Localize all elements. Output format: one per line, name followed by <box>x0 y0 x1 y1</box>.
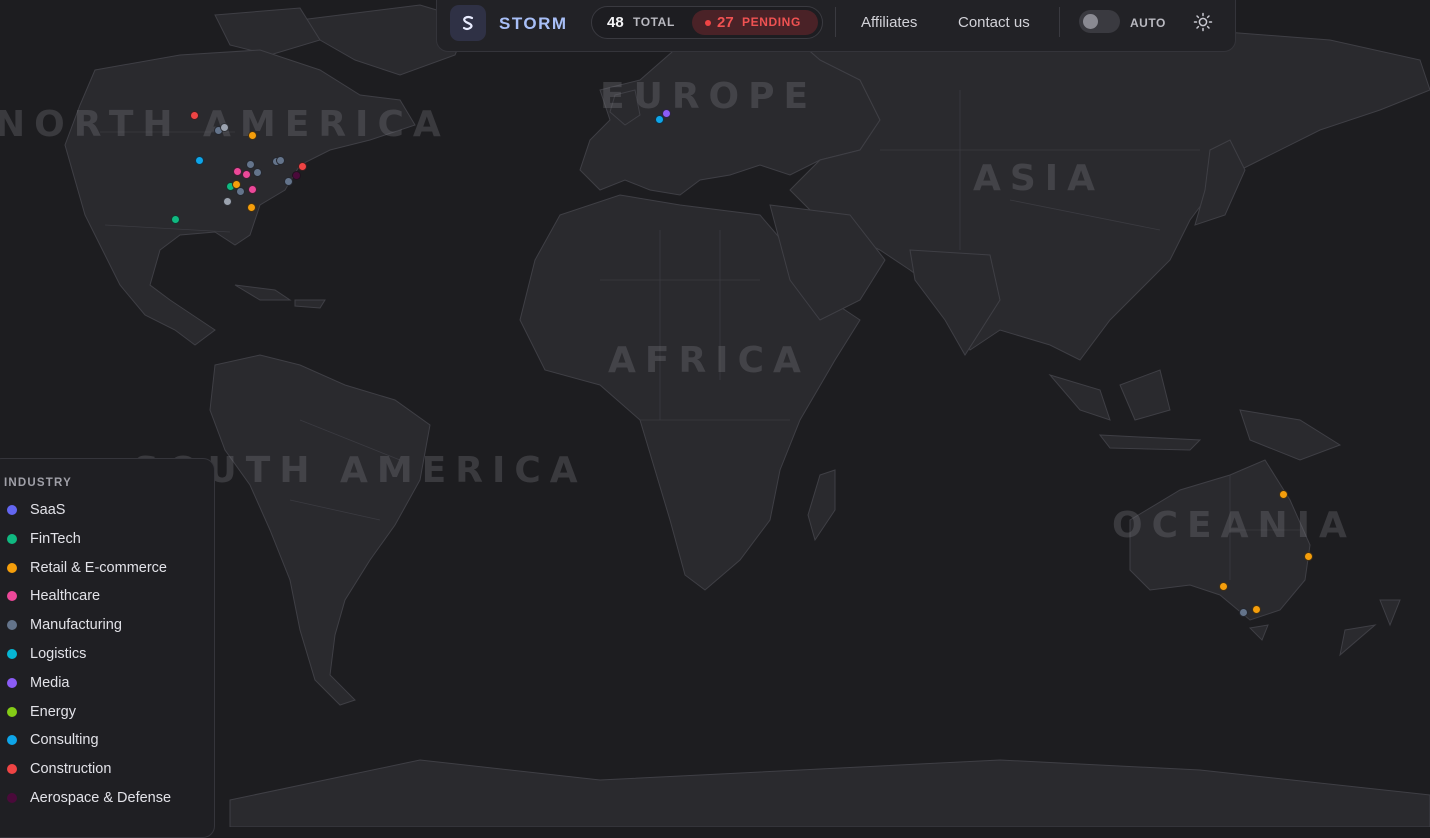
top-bar: STORM 48 TOTAL 27 PENDING Affiliates Con… <box>436 0 1236 52</box>
legend-item[interactable]: Logistics <box>7 644 86 664</box>
legend-label: Energy <box>30 703 76 720</box>
legend-label: Retail & E-commerce <box>30 559 167 576</box>
map-marker[interactable] <box>248 131 257 140</box>
legend-item[interactable]: Aerospace & Defense <box>7 788 171 808</box>
map-marker[interactable] <box>248 185 257 194</box>
legend-color-dot <box>7 620 17 631</box>
map-marker[interactable] <box>195 156 204 165</box>
legend-title: INDUSTRY <box>4 477 72 489</box>
legend-label: Healthcare <box>30 588 101 605</box>
map-marker[interactable] <box>171 215 180 224</box>
sun-icon[interactable] <box>1193 12 1213 32</box>
pending-label: PENDING <box>742 15 801 29</box>
map-marker[interactable] <box>233 167 242 176</box>
header-divider <box>835 7 836 37</box>
legend-item[interactable]: Retail & E-commerce <box>7 558 167 578</box>
legend-color-dot <box>7 505 17 515</box>
legend-color-dot <box>7 562 17 573</box>
legend-item[interactable]: Media <box>7 673 70 693</box>
legend-item[interactable]: FinTech <box>7 529 81 549</box>
map-marker[interactable] <box>1279 490 1288 499</box>
map-marker[interactable] <box>298 162 307 171</box>
legend-label: Manufacturing <box>30 617 122 634</box>
header-divider <box>1059 7 1060 37</box>
legend-color-dot <box>7 677 17 688</box>
map-marker[interactable] <box>1219 582 1228 591</box>
map-marker[interactable] <box>190 111 199 120</box>
map-marker[interactable] <box>246 160 255 169</box>
map-marker[interactable] <box>1304 552 1313 561</box>
total-label: TOTAL <box>633 15 675 29</box>
legend-item[interactable]: Consulting <box>7 730 99 750</box>
legend-item[interactable]: Energy <box>7 702 76 722</box>
nav-affiliates[interactable]: Affiliates <box>861 14 917 31</box>
legend-color-dot <box>7 649 17 659</box>
legend-color-dot <box>7 533 17 544</box>
map-marker[interactable] <box>655 115 664 124</box>
map-marker[interactable] <box>220 123 229 132</box>
legend-label: Aerospace & Defense <box>30 790 172 806</box>
landmasses <box>64 4 1430 827</box>
legend-label: Media <box>30 674 70 691</box>
storm-logo-icon[interactable] <box>450 5 486 41</box>
legend-label: Logistics <box>30 646 87 662</box>
map-marker[interactable] <box>236 187 245 196</box>
map-marker[interactable] <box>253 168 262 177</box>
legend-item[interactable]: Manufacturing <box>7 615 122 635</box>
map-marker[interactable] <box>223 197 232 206</box>
total-count: 48 <box>607 14 624 31</box>
storm-logo-glyph <box>462 15 474 31</box>
legend-label: SaaS <box>30 502 66 518</box>
map-marker[interactable] <box>276 156 285 165</box>
pending-badge[interactable]: 27 PENDING <box>692 10 818 35</box>
map-marker[interactable] <box>1239 608 1248 617</box>
legend-item[interactable]: Healthcare <box>7 586 100 606</box>
toggle-knob <box>1083 14 1098 29</box>
legend-label: Construction <box>30 761 112 778</box>
legend-color-dot <box>7 764 17 775</box>
map-marker[interactable] <box>1252 605 1261 614</box>
pending-count: 27 <box>717 14 734 31</box>
map-marker[interactable] <box>284 177 293 186</box>
industry-legend: INDUSTRY SaaS FinTech Retail & E-commerce H… <box>0 458 215 838</box>
map-marker[interactable] <box>292 171 301 180</box>
legend-color-dot <box>7 591 17 602</box>
legend-item[interactable]: Construction <box>7 759 111 779</box>
legend-item[interactable]: SaaS <box>7 500 65 520</box>
brand-name: STORM <box>499 14 568 33</box>
auto-label: AUTO <box>1130 16 1166 30</box>
stats-pill: 48 TOTAL 27 PENDING <box>591 6 823 39</box>
nav-contact-us[interactable]: Contact us <box>958 14 1030 31</box>
legend-label: FinTech <box>30 530 81 547</box>
map-marker[interactable] <box>242 170 251 179</box>
map-marker[interactable] <box>247 203 256 212</box>
legend-color-dot <box>7 706 17 717</box>
auto-toggle[interactable] <box>1079 10 1120 33</box>
legend-label: Consulting <box>30 732 99 749</box>
legend-color-dot <box>7 735 17 746</box>
pending-dot-icon <box>705 20 711 26</box>
legend-color-dot <box>7 793 17 803</box>
